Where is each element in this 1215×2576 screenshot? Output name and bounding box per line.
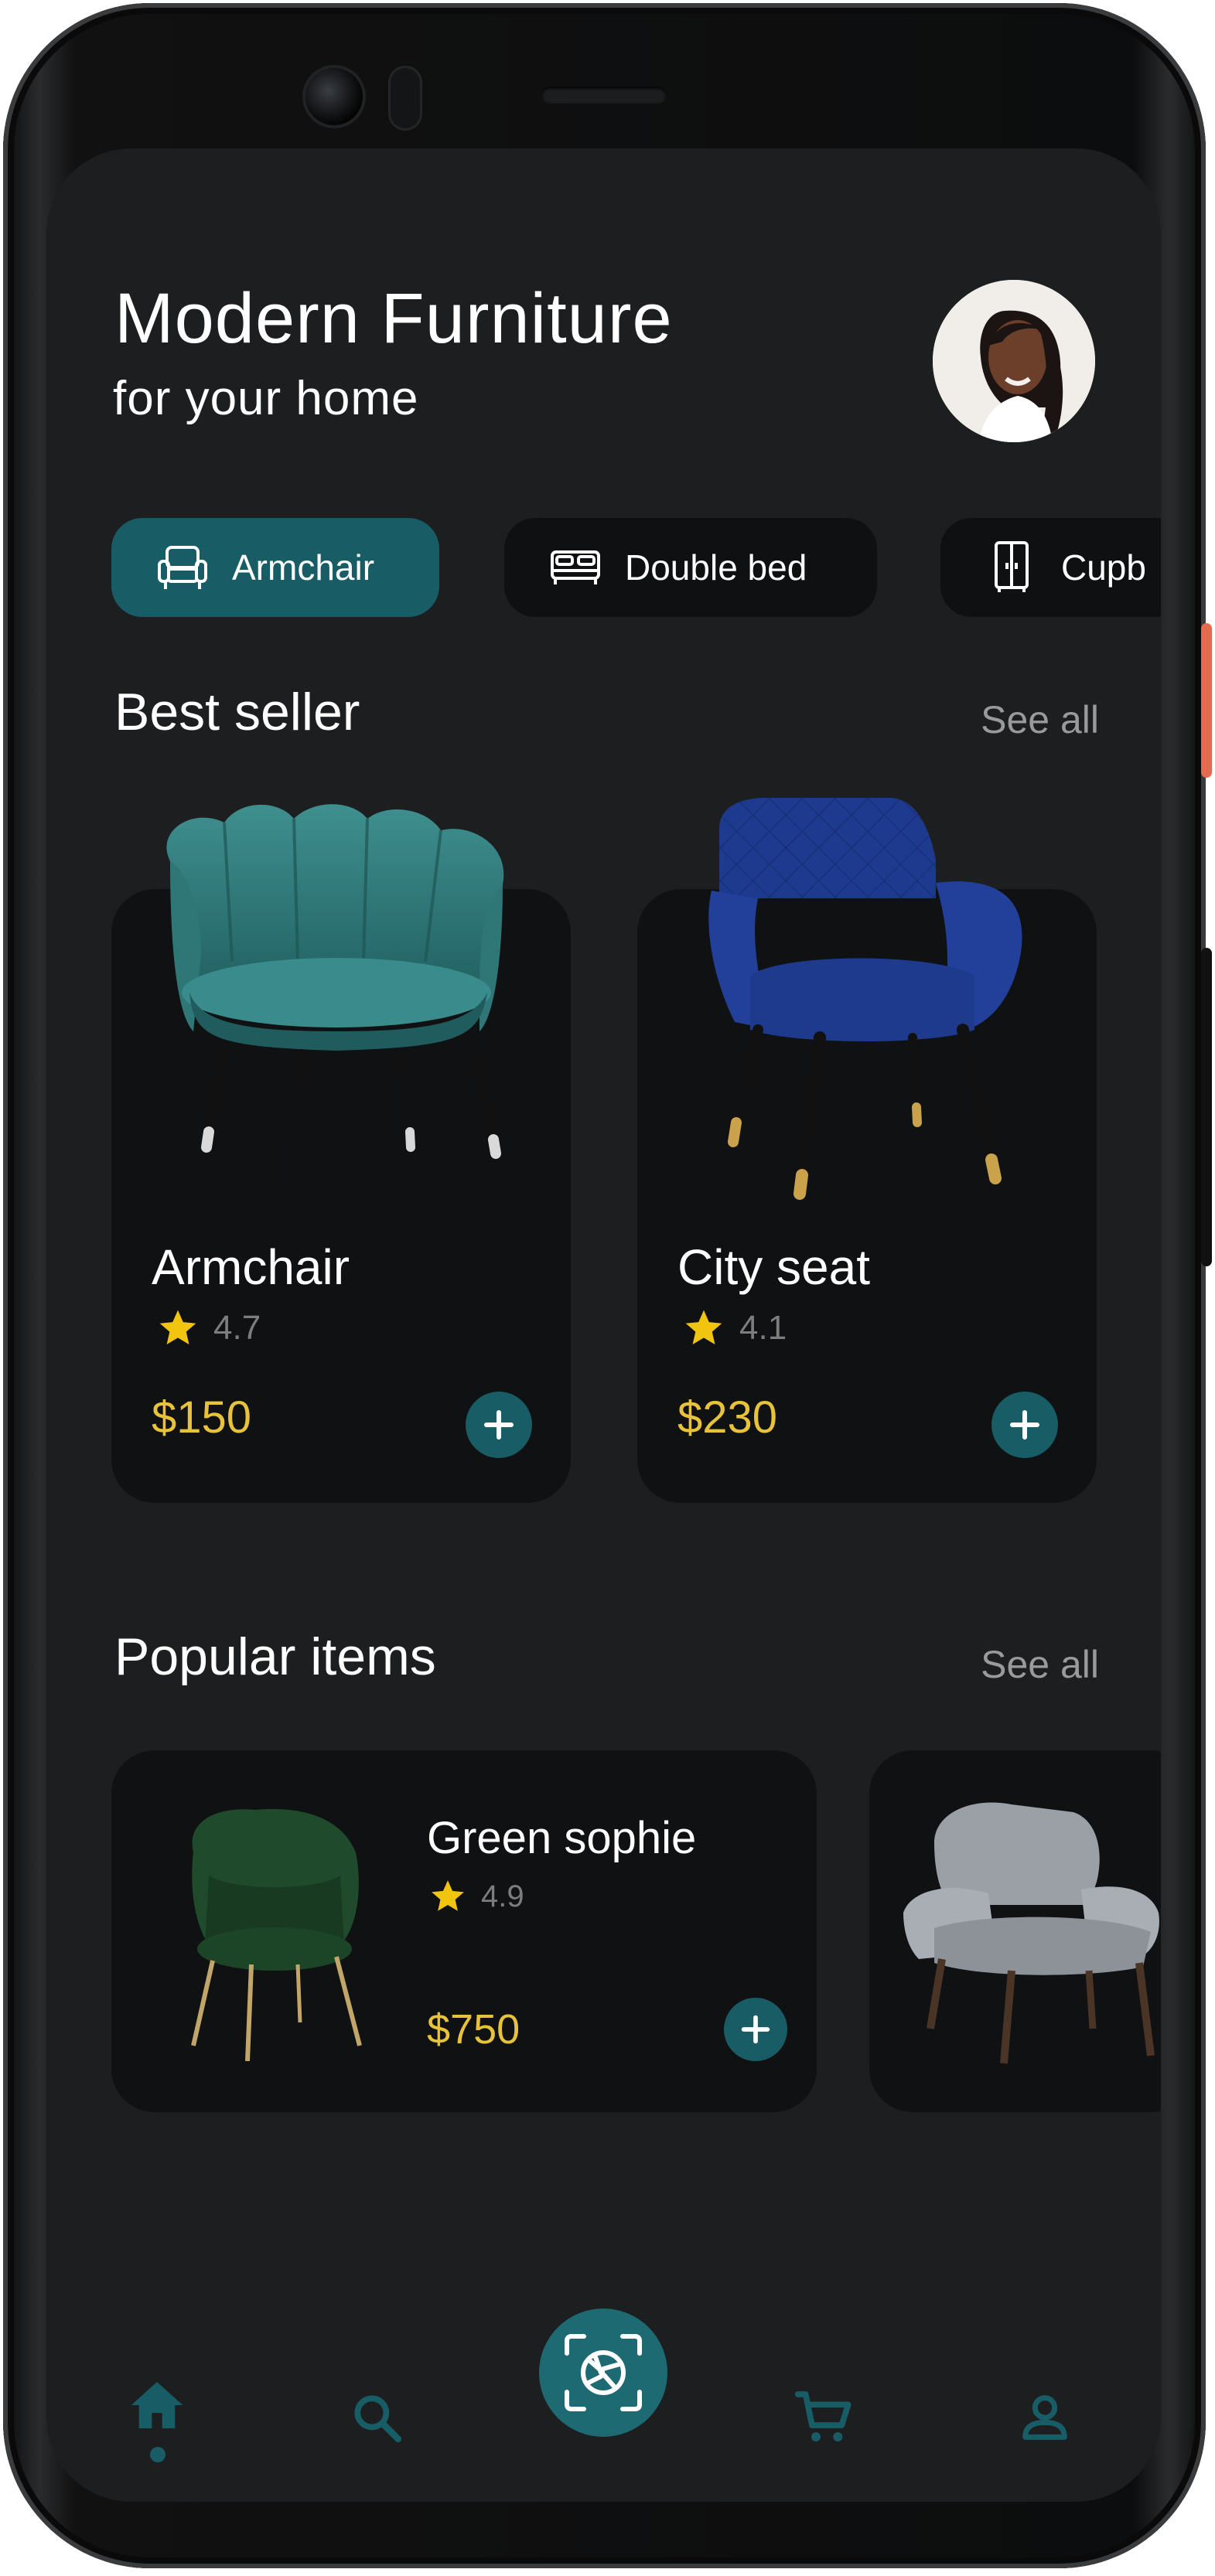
plus-icon (1010, 1410, 1039, 1440)
front-camera (305, 68, 363, 125)
product-price: $150 (152, 1392, 252, 1443)
category-label: Armchair (232, 547, 375, 588)
category-chip-armchair[interactable]: Armchair (111, 518, 439, 617)
popular-item-card[interactable] (869, 1750, 1161, 2112)
product-rating: 4.7 (156, 1307, 261, 1350)
best-seller-see-all-link[interactable]: See all (981, 697, 1099, 742)
product-name: Armchair (152, 1239, 350, 1295)
rating-value: 4.7 (213, 1309, 261, 1347)
app-screen: Modern Furniture for your home Armchair (46, 148, 1161, 2502)
nav-cart[interactable] (789, 2383, 858, 2452)
nav-home[interactable] (122, 2370, 192, 2440)
grey-chair-product-image (903, 1802, 1159, 2064)
power-button (1201, 623, 1212, 778)
page-title: Modern Furniture (114, 279, 673, 358)
cupboard-icon (995, 541, 1029, 592)
avatar[interactable] (933, 280, 1095, 442)
armchair-product-image (166, 804, 504, 1194)
earpiece-speaker (541, 87, 667, 104)
category-chip-double-bed[interactable]: Double bed (504, 518, 877, 617)
city-seat-product-image (708, 798, 1022, 1200)
page-subtitle: for your home (113, 372, 419, 425)
camera-scan-icon (565, 2334, 642, 2411)
rating-value: 4.1 (739, 1309, 787, 1347)
double-bed-icon (551, 550, 600, 584)
avatar-image (933, 280, 1095, 442)
product-rating: 4.1 (682, 1307, 787, 1350)
profile-icon (1022, 2395, 1067, 2440)
popular-item-card[interactable]: Green sophie 4.9 $750 (111, 1750, 817, 2112)
green-sophie-product-image (191, 1808, 362, 2061)
category-label: Double bed (625, 547, 807, 588)
add-to-cart-button[interactable] (724, 1998, 787, 2061)
best-seller-title: Best seller (114, 683, 360, 741)
star-icon (685, 1310, 722, 1344)
plus-icon (741, 2015, 770, 2044)
product-name: City seat (677, 1239, 870, 1295)
home-icon (131, 2382, 183, 2428)
popular-items-title: Popular items (114, 1627, 436, 1686)
add-to-cart-button[interactable] (991, 1392, 1058, 1458)
camera-scan-button[interactable] (539, 2309, 667, 2437)
nav-profile[interactable] (1010, 2383, 1080, 2452)
rating-value: 4.9 (481, 1879, 524, 1913)
nav-active-indicator (150, 2447, 166, 2462)
product-name: Green sophie (427, 1813, 697, 1863)
add-to-cart-button[interactable] (466, 1392, 532, 1458)
volume-button (1201, 948, 1212, 1266)
nav-search[interactable] (342, 2383, 411, 2452)
popular-items-see-all-link[interactable]: See all (981, 1642, 1099, 1687)
category-chip-cupboard[interactable]: Cupb (940, 518, 1161, 617)
cart-icon (794, 2391, 852, 2441)
product-price: $750 (427, 2006, 520, 2053)
product-price: $230 (677, 1392, 778, 1443)
armchair-icon (158, 546, 207, 589)
star-icon (432, 1880, 464, 1911)
star-icon (159, 1310, 196, 1344)
proximity-sensor (391, 68, 420, 128)
plus-icon (484, 1410, 514, 1440)
search-icon (354, 2395, 402, 2443)
category-label: Cupb (1061, 547, 1146, 588)
product-rating: 4.9 (428, 1877, 524, 1916)
